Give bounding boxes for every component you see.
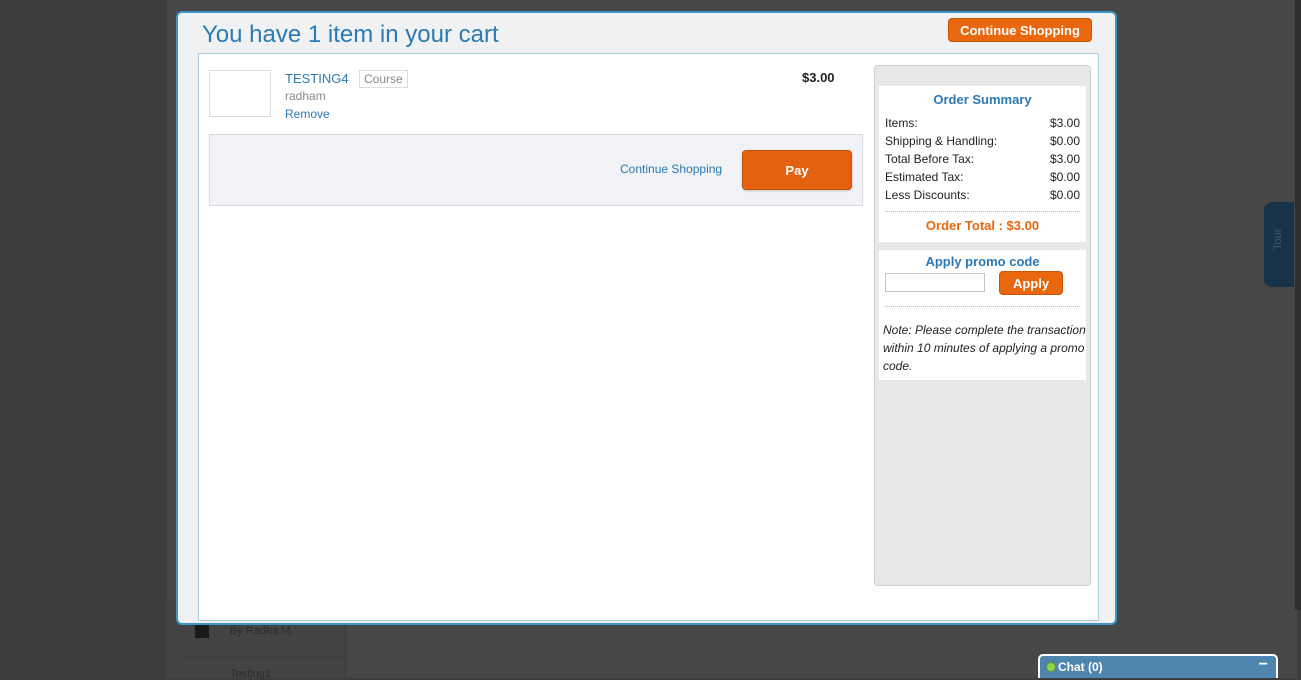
summary-label: Total Before Tax: xyxy=(885,152,975,166)
promo-code-box: Apply promo code Apply Note: Please comp… xyxy=(879,250,1086,380)
summary-value: $0.00 xyxy=(1049,188,1080,202)
summary-label: Estimated Tax: xyxy=(885,170,964,184)
item-type-badge: Course xyxy=(359,70,408,88)
background-course-thumbnail xyxy=(195,624,209,638)
cart-modal: You have 1 item in your cart Continue Sh… xyxy=(176,11,1117,625)
tour-tab-label: Tour xyxy=(1272,228,1284,250)
background-course-title: Testing1 xyxy=(230,668,271,680)
item-author: radham xyxy=(285,89,326,103)
summary-value: $3.00 xyxy=(1049,152,1080,166)
order-sidebar: Order Summary Items: $3.00 Shipping & Ha… xyxy=(874,65,1091,586)
chat-label: Chat (0) xyxy=(1058,660,1103,674)
order-summary-box: Order Summary Items: $3.00 Shipping & Ha… xyxy=(879,86,1086,242)
promo-divider xyxy=(885,306,1080,307)
promo-code-title: Apply promo code xyxy=(925,254,1040,269)
remove-item-link[interactable]: Remove xyxy=(285,107,330,121)
order-summary-title: Order Summary xyxy=(933,92,1032,107)
background-divider xyxy=(180,657,345,658)
chat-bar[interactable]: Chat (0) − xyxy=(1038,654,1278,678)
continue-shopping-link[interactable]: Continue Shopping xyxy=(620,162,722,176)
item-price: $3.00 xyxy=(802,70,835,85)
order-total: Order Total : $3.00 xyxy=(925,218,1040,233)
chat-status-icon xyxy=(1046,662,1056,672)
continue-shopping-button[interactable]: Continue Shopping xyxy=(948,18,1092,42)
page-scrollbar[interactable] xyxy=(1295,0,1301,610)
apply-promo-button[interactable]: Apply xyxy=(999,271,1063,295)
summary-divider xyxy=(885,211,1080,212)
cart-content-panel: TESTING4 Course radham Remove $3.00 Cont… xyxy=(198,53,1099,621)
summary-label: Shipping & Handling: xyxy=(885,134,998,148)
promo-code-input[interactable] xyxy=(885,273,985,292)
summary-value: $3.00 xyxy=(1049,116,1080,130)
checkout-action-bar: Continue Shopping Pay xyxy=(209,134,863,206)
item-thumbnail xyxy=(209,70,271,117)
item-name-link[interactable]: TESTING4 xyxy=(285,71,349,86)
summary-label: Items: xyxy=(885,116,918,130)
summary-value: $0.00 xyxy=(1049,170,1080,184)
background-course-author: By Radha M xyxy=(230,625,291,637)
tour-tab[interactable]: Tour xyxy=(1264,202,1294,287)
summary-value: $0.00 xyxy=(1049,134,1080,148)
cart-modal-title: You have 1 item in your cart xyxy=(202,21,499,48)
pay-button[interactable]: Pay xyxy=(742,150,852,190)
summary-label: Less Discounts: xyxy=(885,188,970,202)
minimize-icon[interactable]: − xyxy=(1259,656,1268,674)
promo-note: Note: Please complete the transaction wi… xyxy=(883,323,1086,373)
